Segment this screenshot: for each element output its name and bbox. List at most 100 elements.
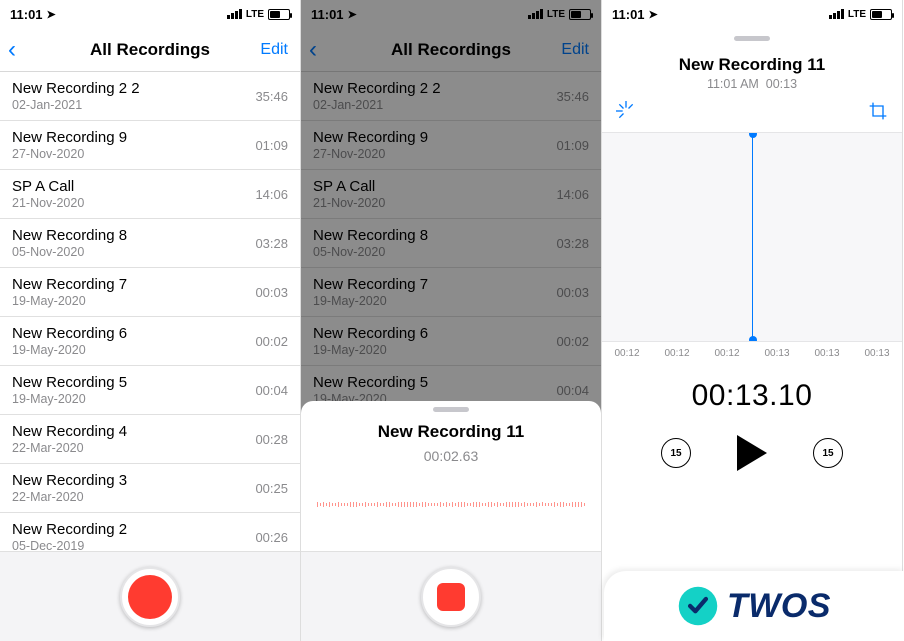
recording-row[interactable]: New Recording 805-Nov-202003:28 bbox=[0, 219, 300, 268]
recording-duration: 00:04 bbox=[255, 383, 288, 398]
recording-row[interactable]: New Recording 719-May-202000:03 bbox=[0, 268, 300, 317]
recording-row[interactable]: New Recording 2 202-Jan-202135:46 bbox=[301, 72, 601, 121]
recording-date: 05-Dec-2019 bbox=[12, 539, 127, 551]
recording-row[interactable]: New Recording 519-May-202000:04 bbox=[0, 366, 300, 415]
ruler-tick: 00:13 bbox=[864, 348, 889, 359]
status-bar: 11:01 ➤ LTE bbox=[602, 0, 902, 28]
phone-list-view: 11:01 ➤ LTE ‹ All Recordings Edit New Re… bbox=[0, 0, 301, 641]
waveform-area[interactable] bbox=[602, 132, 902, 342]
sheet-elapsed-time: 00:02.63 bbox=[424, 448, 479, 464]
skip-forward-button[interactable]: 15 bbox=[813, 438, 843, 468]
skip-back-button[interactable]: 15 bbox=[661, 438, 691, 468]
editor-subtitle: 11:01 AM 00:13 bbox=[707, 77, 797, 91]
recording-row[interactable]: SP A Call21-Nov-202014:06 bbox=[301, 170, 601, 219]
recording-title: New Recording 9 bbox=[313, 129, 428, 146]
recording-title: New Recording 6 bbox=[12, 325, 127, 342]
crop-icon[interactable] bbox=[868, 101, 888, 126]
recording-date: 19-May-2020 bbox=[12, 294, 127, 308]
recording-row[interactable]: New Recording 927-Nov-202001:09 bbox=[0, 121, 300, 170]
recording-title: New Recording 2 bbox=[12, 521, 127, 538]
recording-duration: 14:06 bbox=[556, 187, 589, 202]
badge-text: TWOS bbox=[727, 587, 831, 626]
network-label: LTE bbox=[246, 9, 264, 20]
recording-title: New Recording 5 bbox=[12, 374, 127, 391]
badge-logo-icon bbox=[677, 585, 719, 627]
time-ruler: 00:1200:1200:1200:1300:1300:13 bbox=[602, 342, 902, 365]
battery-icon bbox=[870, 9, 892, 20]
recording-row[interactable]: New Recording 719-May-2020 00:03 bbox=[301, 268, 601, 317]
recording-row[interactable]: New Recording 2 202-Jan-2021 35:46 bbox=[0, 72, 300, 121]
current-time: 00:13.10 bbox=[692, 379, 813, 413]
status-bar: 11:01 ➤ LTE bbox=[301, 0, 601, 28]
recording-date: 22-Mar-2020 bbox=[12, 441, 127, 455]
page-title: All Recordings bbox=[391, 40, 511, 60]
editor-title: New Recording 11 bbox=[679, 55, 825, 75]
recording-row[interactable]: New Recording 322-Mar-202000:25 bbox=[0, 464, 300, 513]
ruler-tick: 00:13 bbox=[814, 348, 839, 359]
recording-title: New Recording 6 bbox=[313, 325, 428, 342]
status-bar: 11:01 ➤ LTE bbox=[0, 0, 300, 28]
recording-duration: 00:26 bbox=[255, 530, 288, 545]
recording-date: 02-Jan-2021 bbox=[12, 98, 140, 112]
battery-icon bbox=[268, 9, 290, 20]
recording-title: New Recording 9 bbox=[12, 129, 127, 146]
recordings-list[interactable]: New Recording 2 202-Jan-202135:46New Rec… bbox=[0, 72, 300, 551]
location-arrow-icon: ➤ bbox=[47, 8, 56, 21]
recording-sheet[interactable]: New Recording 11 00:02.63 bbox=[301, 401, 601, 641]
phone-recording-sheet-view: 11:01 ➤ LTE ‹ All Recordings Edit New Re… bbox=[301, 0, 602, 641]
recording-title: New Recording 2 2 bbox=[12, 80, 140, 97]
battery-icon bbox=[569, 9, 591, 20]
edit-button[interactable]: Edit bbox=[260, 41, 288, 59]
recording-duration: 35:46 bbox=[255, 89, 288, 104]
record-button[interactable] bbox=[120, 567, 180, 627]
recording-row[interactable]: New Recording 619-May-202000:02 bbox=[0, 317, 300, 366]
enhance-icon[interactable] bbox=[616, 101, 636, 126]
recording-duration: 00:25 bbox=[255, 481, 288, 496]
recording-row[interactable]: New Recording 619-May-202000:02 bbox=[301, 317, 601, 366]
nav-header: ‹ All Recordings Edit bbox=[301, 28, 601, 72]
recording-row[interactable]: SP A Call21-Nov-202014:06 bbox=[0, 170, 300, 219]
location-arrow-icon: ➤ bbox=[649, 8, 658, 21]
playhead[interactable] bbox=[752, 133, 753, 341]
recording-duration: 03:28 bbox=[556, 236, 589, 251]
nav-header: ‹ All Recordings Edit bbox=[0, 28, 300, 72]
recording-row[interactable]: New Recording 805-Nov-202003:28 bbox=[301, 219, 601, 268]
status-time: 11:01 bbox=[311, 7, 344, 22]
recording-row[interactable]: New Recording 422-Mar-202000:28 bbox=[0, 415, 300, 464]
recording-title: SP A Call bbox=[313, 178, 385, 195]
ruler-tick: 00:12 bbox=[714, 348, 739, 359]
sheet-waveform bbox=[301, 482, 601, 527]
recording-title: New Recording 4 bbox=[12, 423, 127, 440]
recording-date: 27-Nov-2020 bbox=[12, 147, 127, 161]
sheet-grabber[interactable] bbox=[734, 36, 770, 41]
edit-button[interactable]: Edit bbox=[561, 41, 589, 59]
back-chevron-icon[interactable]: ‹ bbox=[8, 36, 16, 64]
recording-duration: 35:46 bbox=[556, 89, 589, 104]
sheet-grabber[interactable] bbox=[433, 407, 469, 412]
recording-title: New Recording 7 bbox=[12, 276, 127, 293]
recording-date: 27-Nov-2020 bbox=[313, 147, 428, 161]
signal-icon bbox=[528, 9, 543, 19]
recording-title: New Recording 7 bbox=[313, 276, 428, 293]
status-time: 11:01 bbox=[612, 7, 645, 22]
sheet-title: New Recording 11 bbox=[378, 422, 524, 442]
recording-duration: 03:28 bbox=[255, 236, 288, 251]
ruler-tick: 00:13 bbox=[764, 348, 789, 359]
back-chevron-icon[interactable]: ‹ bbox=[309, 36, 317, 64]
recording-date: 05-Nov-2020 bbox=[313, 245, 428, 259]
sheet-footer bbox=[301, 551, 601, 641]
recording-date: 02-Jan-2021 bbox=[313, 98, 441, 112]
recording-duration: 00:03 bbox=[556, 285, 589, 300]
recording-title: SP A Call bbox=[12, 178, 84, 195]
recording-row[interactable]: New Recording 927-Nov-2020 01:09 bbox=[301, 121, 601, 170]
phone-editor-view: 11:01 ➤ LTE New Recording 11 11:01 AM 00… bbox=[602, 0, 903, 641]
signal-icon bbox=[829, 9, 844, 19]
stop-button[interactable] bbox=[421, 567, 481, 627]
status-time: 11:01 bbox=[10, 7, 43, 22]
footer-bar bbox=[0, 551, 300, 641]
recording-date: 19-May-2020 bbox=[313, 294, 428, 308]
play-button[interactable] bbox=[737, 435, 767, 471]
recording-duration: 01:09 bbox=[556, 138, 589, 153]
recording-row[interactable]: New Recording 205-Dec-2019 00:26 bbox=[0, 513, 300, 551]
network-label: LTE bbox=[547, 9, 565, 20]
